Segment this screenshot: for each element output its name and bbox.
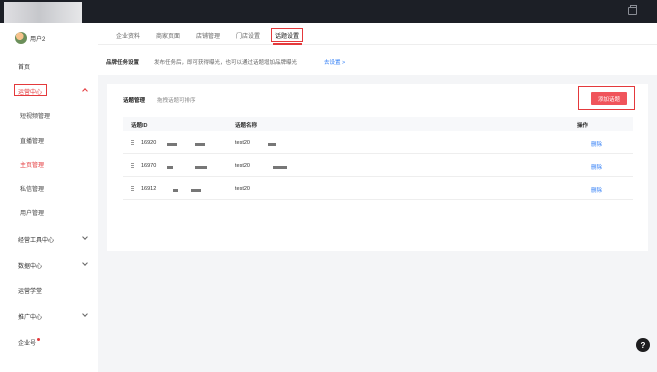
sidebar-item-homepage[interactable]: 主页管理 — [0, 155, 98, 173]
topic-panel: 话题管理 拖拽话题可排序 添加话题 话题ID 话题名称 操作 16920 tes… — [107, 84, 648, 251]
table-row[interactable]: 16920 test20 删除 — [123, 131, 633, 154]
sidebar-item-data[interactable]: 数据中心 — [0, 256, 98, 274]
redaction — [191, 189, 201, 192]
topic-name: test20 — [235, 163, 250, 169]
redaction — [173, 189, 178, 192]
delete-link[interactable]: 删除 — [591, 186, 602, 194]
panel-subtitle: 拖拽话题可排序 — [157, 98, 196, 104]
redaction — [195, 143, 205, 146]
brand-task-desc: 发布任务后，即可获得曝光，也可以通过话题增加品牌曝光 — [154, 60, 298, 66]
sidebar-item-academy[interactable]: 运营学堂 — [0, 281, 98, 299]
topic-name: test20 — [235, 140, 250, 146]
drag-handle-icon[interactable] — [131, 186, 134, 192]
top-bar — [0, 0, 657, 28]
chevron-down-icon — [82, 311, 88, 317]
sidebar-item-enterprise[interactable]: 企业号 — [0, 333, 98, 351]
user-info[interactable]: 用户2 — [15, 31, 45, 45]
sidebar-item-messages[interactable]: 私信管理 — [0, 179, 98, 197]
badge-dot — [37, 337, 41, 341]
tab-store-management[interactable]: 店铺管理 — [196, 31, 220, 40]
brand-task-label: 品牌任务设置 — [106, 60, 140, 66]
topic-table: 话题ID 话题名称 操作 16920 test20 删除 16970 test2… — [123, 117, 633, 200]
tab-shop-settings[interactable]: 门店设置 — [236, 31, 260, 40]
chevron-up-icon — [82, 88, 88, 94]
chevron-down-icon — [82, 260, 88, 266]
topic-id: 16912 — [141, 186, 157, 192]
table-header: 话题ID 话题名称 操作 — [123, 117, 633, 131]
sidebar-item-tools[interactable]: 经营工具中心 — [0, 230, 98, 248]
tab-merchant-page[interactable]: 商家页面 — [156, 31, 180, 40]
sidebar-item-home[interactable]: 首页 — [0, 57, 98, 75]
redaction — [195, 166, 207, 169]
brand-task-bar: 品牌任务设置 发布任务后，即可获得曝光，也可以通过话题增加品牌曝光 去设置 > — [98, 45, 657, 75]
tab-topic-settings[interactable]: 话题设置 — [275, 31, 299, 40]
redaction — [167, 143, 177, 146]
redaction — [268, 143, 276, 146]
avatar[interactable] — [15, 32, 27, 44]
chevron-down-icon — [82, 234, 88, 240]
topic-id: 16970 — [141, 163, 157, 169]
topic-id: 16920 — [141, 140, 157, 146]
panel-title: 话题管理 — [123, 98, 146, 104]
sidebar: 用户2 首页 运营中心 短视频管理 直播管理 主页管理 私信管理 用户管理 经营… — [0, 23, 98, 372]
col-operation: 操作 — [577, 123, 589, 129]
sidebar-item-short-video[interactable]: 短视频管理 — [0, 106, 98, 124]
add-topic-button[interactable]: 添加话题 — [591, 92, 627, 105]
sidebar-item-operations[interactable]: 运营中心 — [0, 82, 98, 100]
delete-link[interactable]: 删除 — [591, 163, 602, 171]
topic-name: test20 — [235, 186, 250, 192]
help-icon[interactable]: ? — [636, 338, 650, 352]
drag-handle-icon[interactable] — [131, 140, 134, 146]
table-row[interactable]: 16912 test20 删除 — [123, 177, 633, 200]
notification-icon[interactable] — [628, 5, 637, 15]
col-topic-name: 话题名称 — [235, 123, 258, 129]
redaction — [273, 166, 287, 169]
table-row[interactable]: 16970 test20 删除 — [123, 154, 633, 177]
tab-company-info[interactable]: 企业资料 — [116, 31, 140, 40]
sidebar-item-live[interactable]: 直播管理 — [0, 131, 98, 149]
delete-link[interactable]: 删除 — [591, 140, 602, 148]
drag-handle-icon[interactable] — [131, 163, 134, 169]
sidebar-item-promotion[interactable]: 推广中心 — [0, 307, 98, 325]
go-setup-link[interactable]: 去设置 > — [324, 58, 345, 66]
sidebar-item-users[interactable]: 用户管理 — [0, 203, 98, 221]
tab-bar: 企业资料 商家页面 店铺管理 门店设置 话题设置 — [98, 23, 657, 45]
col-topic-id: 话题ID — [131, 123, 148, 129]
redaction — [167, 166, 173, 169]
user-name: 用户2 — [30, 36, 46, 43]
